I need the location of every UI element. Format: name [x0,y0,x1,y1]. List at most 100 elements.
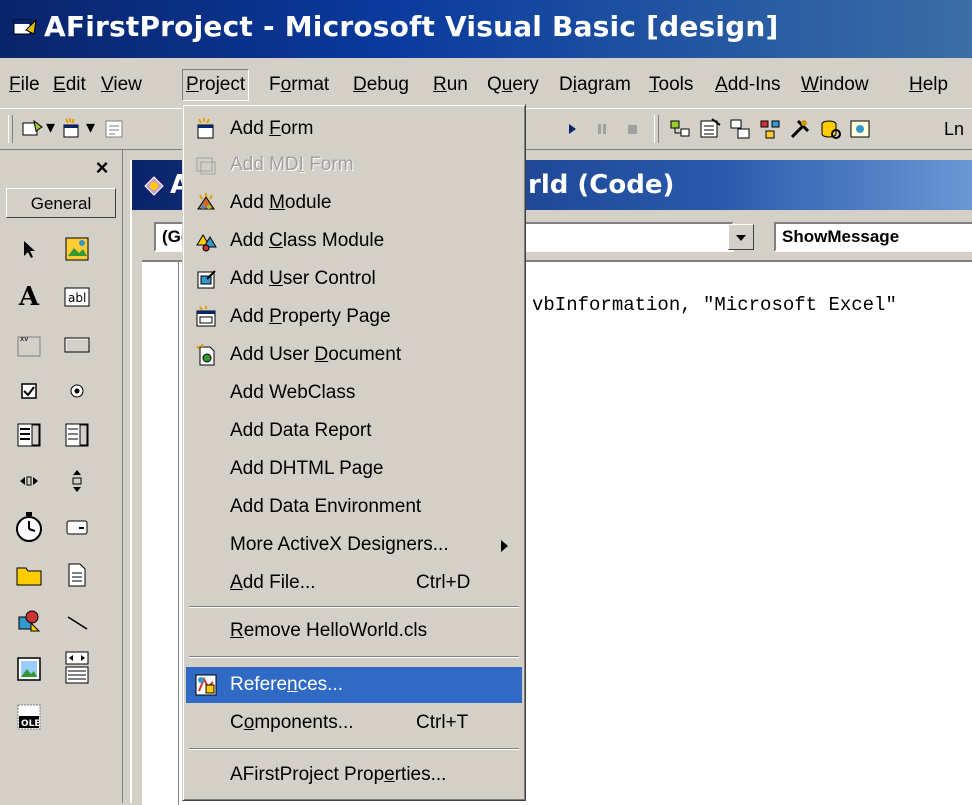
menu-format[interactable]: Format [266,70,332,100]
svg-text:abl: abl [68,291,86,305]
chevron-down-icon[interactable]: ▾ [86,117,95,138]
textbox-tool-icon[interactable]: abl [62,282,92,312]
menu-add-ins[interactable]: Add-Ins [712,70,784,100]
menu-bar: File Edit View Project Format Debug Run … [0,64,972,106]
title-bar: AFirstProject - Microsoft Visual Basic [… [0,0,972,58]
code-line[interactable]: vbInformation, "Microsoft Excel" [532,294,897,316]
stop-icon[interactable] [620,117,644,141]
optionbutton-tool-icon[interactable] [62,376,92,406]
add-form-icon [197,118,214,139]
shortcut-add-file: Ctrl+D [416,572,471,593]
window-title: AFirstProject - Microsoft Visual Basic [… [44,10,779,43]
project-menu-dropdown: Add Form Add MDI Form Add Module Add Cla… [182,104,526,801]
menu-editor-icon[interactable] [102,117,126,141]
add-form-toolbar-icon[interactable] [60,117,84,141]
code-window-title: rld (Code) [528,170,675,200]
hscrollbar-tool-icon[interactable] [14,466,44,496]
image-tool-icon[interactable] [14,654,44,684]
add-user-control-icon [197,270,216,289]
toolbox-icon[interactable] [788,117,812,141]
toolbox-tab-general[interactable]: General [6,188,116,218]
pause-icon[interactable] [590,117,614,141]
menu-project[interactable]: Project [182,69,250,101]
vb-app-icon [13,18,37,35]
combobox-tool-icon[interactable] [14,420,44,450]
add-property-page-icon [196,306,216,327]
svg-text:xv: xv [20,335,28,343]
menu-item-add-data-report[interactable]: Add Data Report [186,413,522,449]
drivelistbox-tool-icon[interactable] [62,512,92,542]
menu-edit[interactable]: Edit [50,70,89,100]
menu-separator [189,606,519,608]
dirlistbox-tool-icon[interactable] [14,560,44,590]
frame-tool-icon[interactable]: xv [14,330,44,360]
menu-item-project-properties[interactable]: AFirstProject Properties... [186,757,522,793]
label-tool-icon[interactable]: A [14,282,44,312]
visual-component-manager-icon[interactable] [848,117,872,141]
toolbar-separator [654,115,659,143]
run-icon[interactable] [560,117,584,141]
timer-tool-icon[interactable] [12,510,46,544]
shortcut-components: Ctrl+T [416,712,469,733]
menu-item-add-file[interactable]: Add File... Ctrl+D [186,565,522,601]
menu-item-add-class-module[interactable]: Add Class Module [186,223,522,259]
line-tool-icon[interactable] [62,606,92,636]
filelistbox-tool-icon[interactable] [62,560,92,590]
form-layout-icon[interactable] [728,117,752,141]
object-browser-icon[interactable] [758,117,782,141]
menu-debug[interactable]: Debug [350,70,412,100]
menu-item-add-mdi-form: Add MDI Form [186,147,522,183]
picturebox-tool-icon[interactable] [62,234,92,264]
menu-window[interactable]: Window [798,70,872,100]
menu-help[interactable]: Help [906,70,951,100]
menu-separator [189,748,519,750]
properties-window-icon[interactable] [698,117,722,141]
listbox-tool-icon[interactable] [62,420,92,450]
add-module-icon [197,193,215,210]
add-mdi-form-icon [196,157,216,175]
pointer-tool-icon[interactable] [14,234,44,264]
project-explorer-icon[interactable] [668,117,692,141]
submenu-arrow-icon [501,540,508,552]
menu-item-references[interactable]: References... [186,667,522,703]
object-combo-dropdown-button[interactable] [728,224,754,250]
editor-margin[interactable] [142,262,179,805]
menu-item-add-data-environment[interactable]: Add Data Environment [186,489,522,525]
chevron-down-icon[interactable]: ▾ [46,117,55,138]
menu-diagram[interactable]: Diagram [556,70,634,100]
toolbox-panel: × General A abl xv OLE [0,150,123,803]
procedure-combo[interactable]: ShowMessage [774,222,972,252]
svg-text:OLE: OLE [21,719,41,729]
menu-item-add-form[interactable]: Add Form [186,111,522,147]
menu-item-add-dhtml-page[interactable]: Add DHTML Page [186,451,522,487]
data-tool-icon[interactable] [62,650,92,686]
line-position-readout: Ln [944,119,965,139]
menu-run[interactable]: Run [430,70,471,100]
menu-item-remove-helloworld[interactable]: Remove HelloWorld.cls [186,613,522,649]
ole-tool-icon[interactable]: OLE [14,702,44,732]
menu-item-add-webclass[interactable]: Add WebClass [186,375,522,411]
menu-item-add-property-page[interactable]: Add Property Page [186,299,522,335]
menu-tools[interactable]: Tools [646,70,696,100]
shape-tool-icon[interactable] [14,606,44,636]
close-icon[interactable]: × [92,157,112,179]
add-user-document-icon [196,344,215,366]
code-window-icon [144,176,164,196]
menu-item-components[interactable]: Components... Ctrl+T [186,705,522,741]
vscrollbar-tool-icon[interactable] [62,466,92,496]
menu-item-add-user-document[interactable]: Add User Document [186,337,522,373]
references-icon [195,674,217,696]
toolbar-grip[interactable] [8,115,13,143]
menu-file[interactable]: File [6,70,43,100]
checkbox-tool-icon[interactable] [14,376,44,406]
menu-item-add-module[interactable]: Add Module [186,185,522,221]
menu-item-add-user-control[interactable]: Add User Control [186,261,522,297]
add-class-module-icon [196,234,217,252]
data-view-icon[interactable] [818,117,842,141]
menu-item-more-activex-designers[interactable]: More ActiveX Designers... [186,527,522,563]
menu-separator [189,656,519,658]
menu-view[interactable]: View [98,70,145,100]
add-project-icon[interactable] [20,117,44,141]
menu-query[interactable]: Query [484,70,542,100]
commandbutton-tool-icon[interactable] [62,330,92,360]
